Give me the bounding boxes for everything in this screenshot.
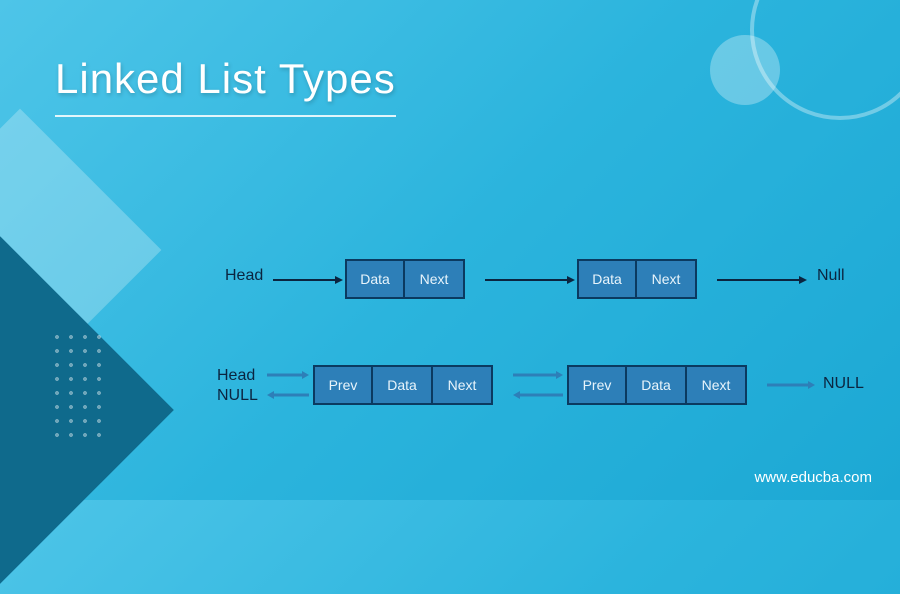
- doubly-node-2: Prev Data Next: [567, 365, 747, 405]
- arrow-left-icon: [513, 391, 563, 399]
- page-title: Linked List Types: [55, 55, 396, 117]
- singly-node-1: Data Next: [345, 259, 465, 299]
- singly-null-label: Null: [817, 267, 845, 285]
- node-next-cell: Next: [687, 365, 747, 405]
- singly-head-label: Head: [225, 267, 263, 285]
- doubly-head-label: Head: [217, 367, 255, 385]
- node-prev-cell: Prev: [567, 365, 627, 405]
- node-prev-cell: Prev: [313, 365, 373, 405]
- node-data-cell: Data: [345, 259, 405, 299]
- arrow-right-icon: [767, 381, 815, 389]
- arrow-right-icon: [267, 371, 309, 379]
- footer-url: www.educba.com: [754, 469, 872, 486]
- arrow-right-icon: [717, 275, 807, 285]
- doubly-list-row: Head NULL Prev Data Next Prev Data Next …: [195, 363, 875, 423]
- linked-list-diagram: Head Data Next Data Next Null Head NULL: [195, 255, 875, 471]
- arrow-left-icon: [267, 391, 309, 399]
- decor-dots: [50, 330, 110, 440]
- doubly-node-1: Prev Data Next: [313, 365, 493, 405]
- decor-circle-fill: [710, 35, 780, 105]
- doubly-null-left-label: NULL: [217, 387, 258, 405]
- node-next-cell: Next: [433, 365, 493, 405]
- doubly-null-right-label: NULL: [823, 375, 864, 393]
- arrow-right-icon: [485, 275, 575, 285]
- arrow-right-icon: [273, 275, 343, 285]
- node-next-cell: Next: [637, 259, 697, 299]
- singly-node-2: Data Next: [577, 259, 697, 299]
- arrow-right-icon: [513, 371, 563, 379]
- node-next-cell: Next: [405, 259, 465, 299]
- node-data-cell: Data: [373, 365, 433, 405]
- node-data-cell: Data: [577, 259, 637, 299]
- singly-list-row: Head Data Next Data Next Null: [195, 255, 875, 315]
- node-data-cell: Data: [627, 365, 687, 405]
